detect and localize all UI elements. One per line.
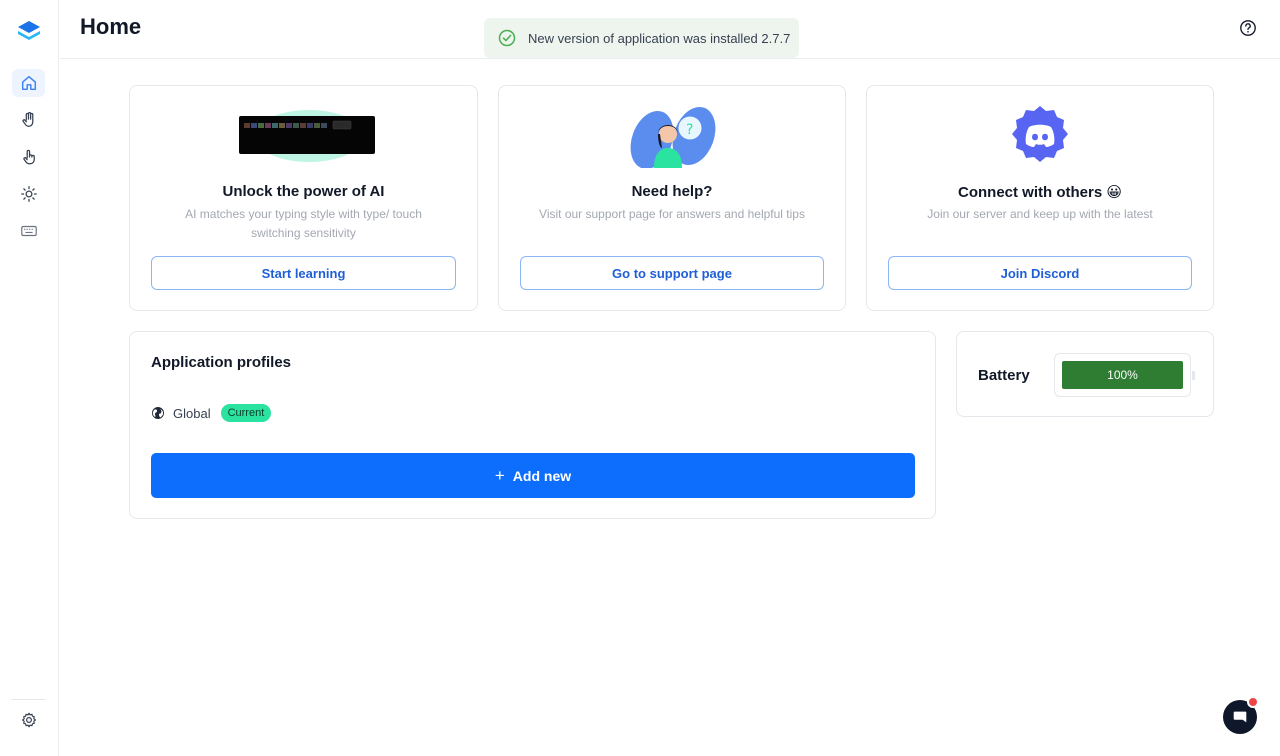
join-discord-button[interactable]: Join Discord	[888, 256, 1192, 290]
touch-icon	[22, 149, 35, 165]
globe-icon	[152, 407, 164, 419]
battery-terminal	[1192, 371, 1195, 380]
card-description: Visit our support page for answers and h…	[539, 207, 805, 221]
sidebar-divider	[12, 699, 46, 700]
toast-message: New version of application was installed…	[528, 30, 791, 46]
home-icon	[21, 75, 36, 91]
start-learning-button[interactable]: Start learning	[151, 256, 456, 290]
app-logo-icon	[16, 18, 42, 44]
keyboard-icon	[20, 225, 37, 237]
question-circle-icon	[1240, 20, 1256, 36]
sidebar-item-gestures[interactable]	[12, 106, 45, 134]
profile-name: Global	[173, 405, 211, 421]
sidebar	[0, 0, 59, 756]
card-title: Connect with others 😀	[958, 184, 1122, 201]
profiles-title: Application profiles	[151, 354, 292, 371]
card-title: Need help?	[631, 183, 713, 200]
keyboard-illustration	[130, 104, 477, 168]
card-title: Unlock the power of AI	[222, 183, 385, 200]
battery-card: Battery 100%	[956, 331, 1214, 417]
go-to-support-button[interactable]: Go to support page	[520, 256, 824, 290]
check-circle-icon	[498, 29, 516, 47]
gear-icon	[21, 712, 36, 728]
sidebar-item-keyboard[interactable]	[12, 217, 45, 245]
page-title: Home	[80, 14, 142, 39]
battery-label: Battery	[978, 367, 1030, 384]
support-illustration: ?	[499, 104, 845, 168]
sidebar-item-settings[interactable]	[12, 706, 45, 734]
chat-bubble-icon	[1233, 711, 1247, 723]
sun-icon	[20, 186, 37, 202]
current-badge: Current	[220, 404, 272, 422]
discord-logo	[867, 104, 1213, 168]
add-new-profile-button[interactable]: + Add new	[151, 453, 915, 498]
sidebar-item-touch[interactable]	[12, 143, 45, 171]
battery-indicator: 100%	[1054, 353, 1195, 397]
help-button[interactable]	[1238, 18, 1258, 38]
help-card: ? Need help? Visit our support page for …	[498, 85, 846, 311]
add-new-label: Add new	[512, 467, 572, 484]
application-profiles-card: Application profiles Global Current + Ad…	[129, 331, 936, 519]
plus-icon: +	[494, 465, 505, 485]
sidebar-item-home[interactable]	[12, 69, 45, 97]
battery-level-fill: 100%	[1062, 361, 1183, 389]
sidebar-item-lighting[interactable]	[12, 180, 45, 208]
svg-text:?: ?	[686, 122, 693, 138]
update-toast: New version of application was installed…	[484, 18, 799, 58]
ai-card: Unlock the power of AI AI matches your t…	[129, 85, 478, 311]
card-description: Join our server and keep up with the lat…	[927, 207, 1153, 221]
card-description: AI matches your typing style with type/ …	[185, 207, 422, 240]
header: Home New version of application was inst…	[60, 0, 1280, 59]
notification-dot	[1247, 696, 1259, 708]
community-card: Connect with others 😀 Join our server an…	[866, 85, 1214, 311]
hand-icon	[21, 111, 33, 127]
profile-item-global[interactable]: Global Current	[151, 403, 272, 423]
